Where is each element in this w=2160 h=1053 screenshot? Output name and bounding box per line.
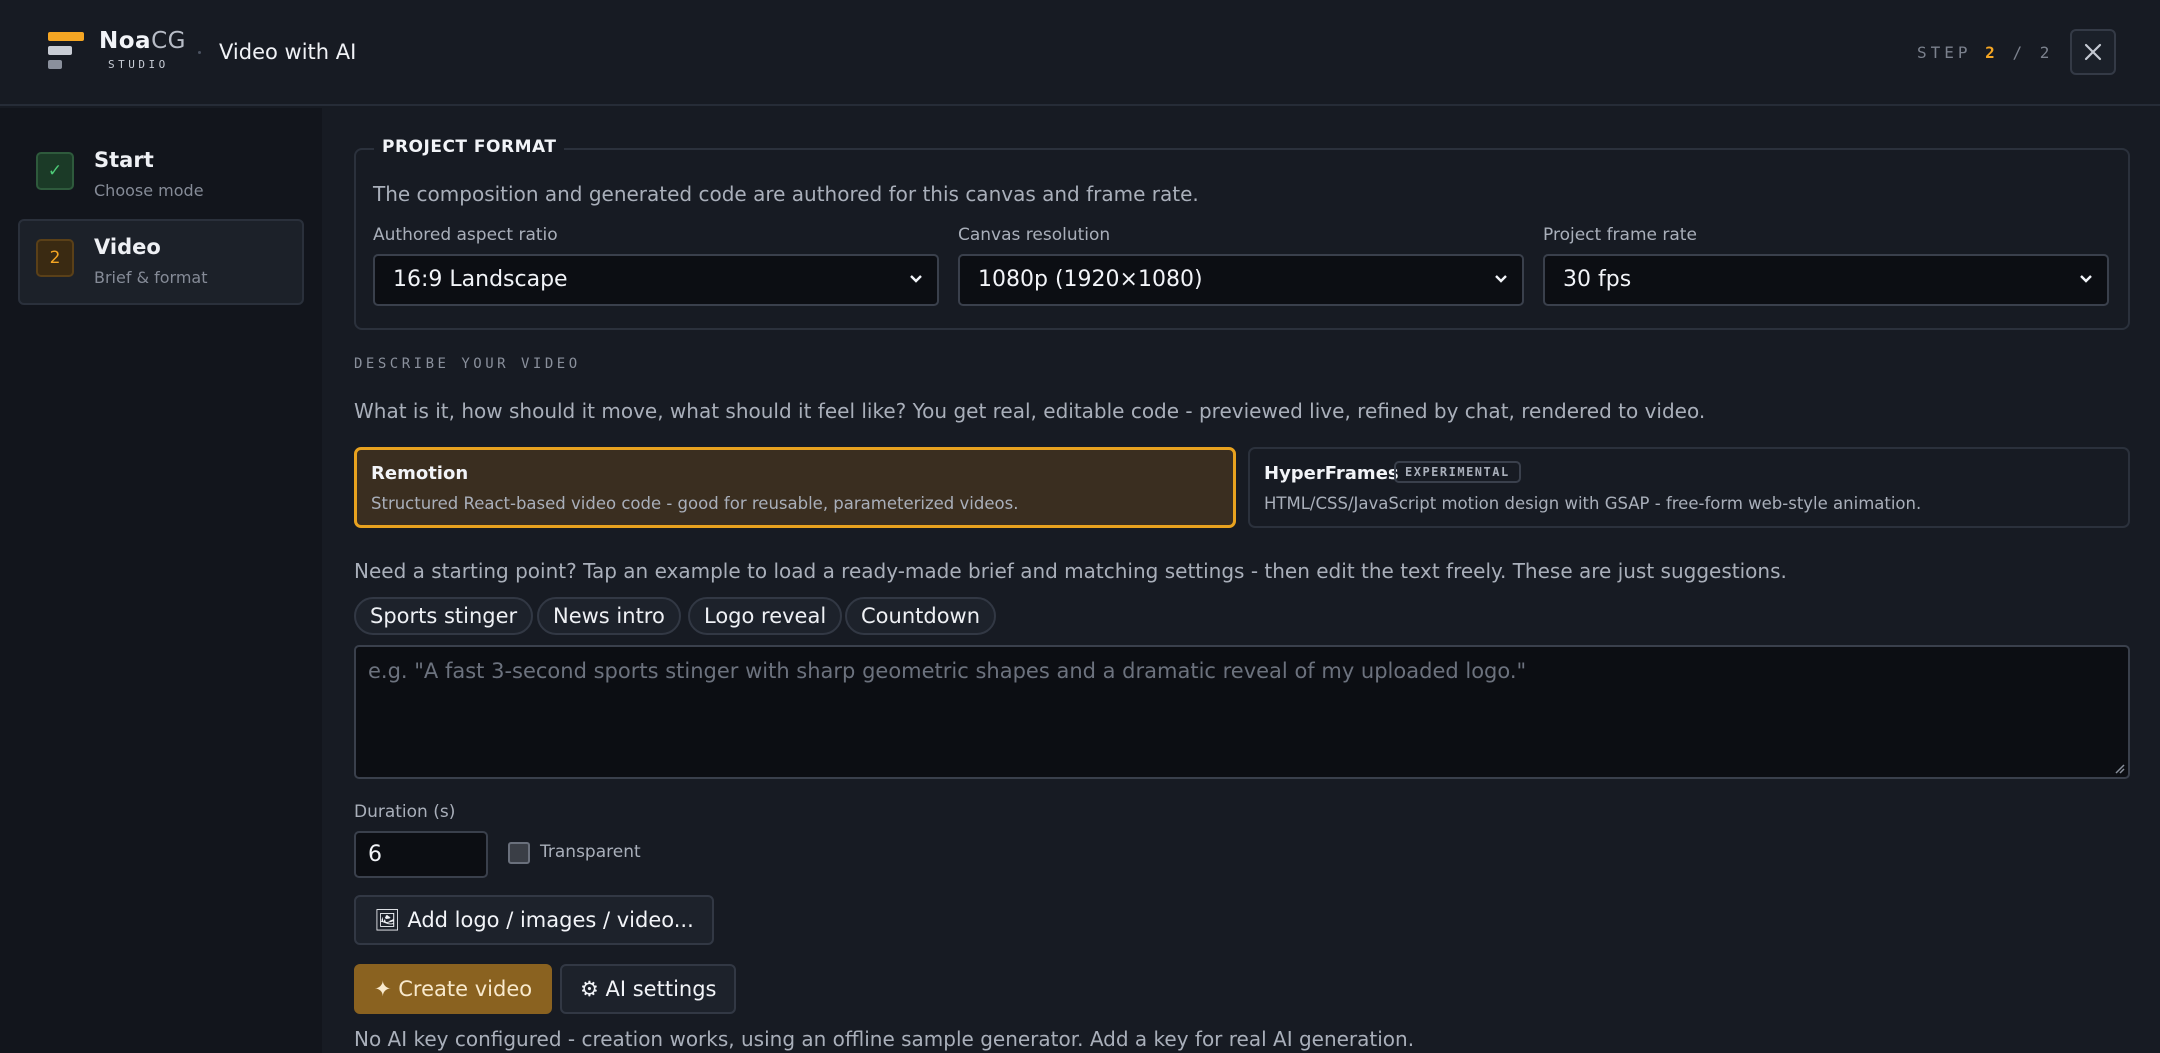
engine-title: HyperFrames (1264, 463, 1399, 484)
chevron-down-icon (2080, 275, 2092, 283)
step-indicator: STEP 2 / 2 (1917, 43, 2054, 62)
duration-label: Duration (s) (354, 802, 456, 822)
check-icon: ✓ (36, 152, 74, 190)
aspect-ratio-select[interactable]: 16:9 Landscape (373, 254, 939, 306)
frame-rate-label: Project frame rate (1543, 225, 1697, 245)
transparent-label: Transparent (540, 842, 641, 862)
sidebar-item-subtitle: Choose mode (94, 181, 204, 200)
frame-rate-select[interactable]: 30 fps (1543, 254, 2109, 306)
example-chip-sports-stinger[interactable]: Sports stinger (354, 597, 534, 635)
step-number-badge: 2 (36, 239, 74, 277)
chevron-down-icon (910, 275, 922, 283)
engine-description: Structured React-based video code - good… (371, 494, 1019, 513)
brand-name: NoaCG (99, 28, 186, 54)
resolution-select[interactable]: 1080p (1920×1080) (958, 254, 1524, 306)
experimental-badge: EXPERIMENTAL (1394, 461, 1521, 483)
brief-textarea[interactable]: e.g. "A fast 3-second sports stinger wit… (354, 645, 2130, 779)
engine-title: Remotion (371, 463, 469, 484)
project-format-description: The composition and generated code are a… (373, 182, 1199, 206)
example-chip-news-intro[interactable]: News intro (537, 597, 681, 635)
examples-hint: Need a starting point? Tap an example to… (354, 559, 1787, 583)
engine-description: HTML/CSS/JavaScript motion design with G… (1264, 494, 1922, 513)
create-video-button[interactable]: ✦ Create video (354, 964, 553, 1014)
sidebar-item-title: Video (94, 235, 161, 259)
resize-handle-icon[interactable] (2113, 762, 2125, 774)
describe-intro: What is it, how should it move, what sho… (354, 399, 1706, 423)
close-icon (2084, 43, 2102, 61)
logo-icon (46, 32, 86, 70)
sidebar-item-title: Start (94, 148, 154, 172)
page-title: Video with AI (219, 40, 357, 64)
sidebar-item-video[interactable]: 2 Video Brief & format (18, 219, 304, 305)
project-format-heading: PROJECT FORMAT (374, 137, 565, 157)
close-button[interactable] (2070, 29, 2116, 75)
separator-dot (198, 51, 201, 54)
brief-placeholder: e.g. "A fast 3-second sports stinger wit… (368, 659, 1527, 683)
example-chip-countdown[interactable]: Countdown (845, 597, 997, 635)
sidebar-item-subtitle: Brief & format (94, 268, 208, 287)
example-chip-logo-reveal[interactable]: Logo reveal (688, 597, 843, 635)
resolution-label: Canvas resolution (958, 225, 1111, 245)
ai-key-notice: No AI key configured - creation works, u… (354, 1027, 1415, 1051)
chevron-down-icon (1495, 275, 1507, 283)
transparent-checkbox[interactable] (508, 842, 530, 864)
wizard-sidebar: ✓ Start Choose mode 2 Video Brief & form… (0, 108, 322, 1053)
engine-option-remotion[interactable]: Remotion Structured React-based video co… (354, 447, 1236, 528)
add-media-button[interactable]: 🖼 Add logo / images / video... (354, 895, 714, 945)
describe-heading: DESCRIBE YOUR VIDEO (354, 356, 581, 372)
duration-input[interactable]: 6 (354, 831, 488, 878)
ai-settings-button[interactable]: ⚙ AI settings (560, 964, 737, 1014)
app-header: NoaCG STUDIO Video with AI STEP 2 / 2 (0, 0, 2160, 106)
engine-option-hyperframes[interactable]: HyperFrames EXPERIMENTAL HTML/CSS/JavaSc… (1248, 447, 2130, 528)
brand-subtitle: STUDIO (108, 58, 169, 71)
sidebar-item-start[interactable]: ✓ Start Choose mode (18, 132, 304, 218)
aspect-ratio-label: Authored aspect ratio (373, 225, 558, 245)
